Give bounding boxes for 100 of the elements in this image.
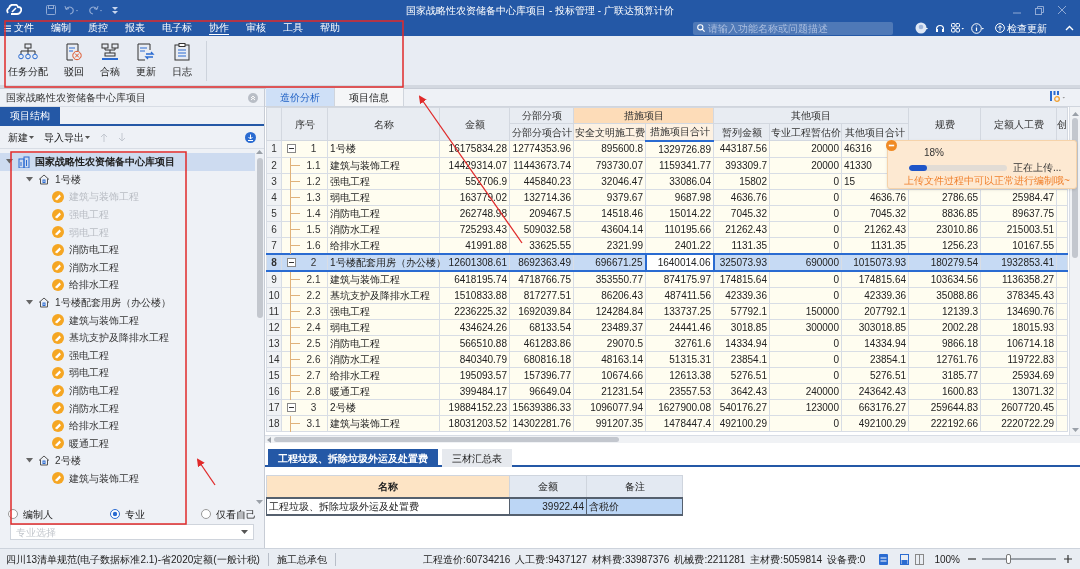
column-header[interactable]: 定额人工费 [980,107,1057,141]
menu-item[interactable]: 电子标 [162,21,192,35]
scroll-down-icon[interactable] [1071,428,1079,433]
layout-icon[interactable] [879,553,889,565]
column-settings-icon[interactable] [1050,91,1066,102]
tree-item[interactable]: 强电工程 [69,347,109,363]
radio-button[interactable] [109,509,120,519]
apps-icon[interactable] [951,23,965,33]
sequence-number: 2.3 [305,304,322,319]
tab[interactable]: 工程垃圾、拆除垃圾外运及处置费 [268,449,438,467]
tree-item[interactable]: 给排水工程 [69,418,119,434]
tree-item[interactable]: 弱电工程 [69,365,109,381]
menu-item[interactable]: 审核 [246,21,266,35]
pencil-icon [52,243,64,256]
close-icon[interactable] [1058,6,1066,14]
menu-item[interactable]: 帮助 [320,21,340,35]
menu-item[interactable]: 质控 [88,21,108,35]
zoom-in-icon[interactable] [1064,555,1072,563]
column-header[interactable]: 规费 [908,107,981,141]
tree-item[interactable]: 1号楼配套用房（办公楼） [55,295,171,311]
toolbar-dropdown[interactable]: 新建 [8,129,34,145]
expand-caret-icon[interactable] [6,159,13,165]
search-icon [697,24,705,32]
tree-item[interactable]: 建筑与装饰工程 [69,312,139,328]
menu-item[interactable]: 协作 [209,21,229,35]
tab[interactable]: 三材汇总表 [442,449,512,467]
sequence-number: 2.6 [305,352,322,367]
slider-thumb[interactable] [1005,554,1011,564]
tree-item[interactable]: 基坑支护及降排水工程 [69,330,169,346]
column-header[interactable]: 金额 [509,475,587,498]
panel-title: 国家战略性农资储备中心库项目 [6,91,146,105]
sequence-number: 2.2 [305,288,322,303]
expand-caret-icon[interactable] [26,300,33,306]
tree-item[interactable]: 1号楼 [55,171,81,187]
collapse-icon[interactable] [286,257,296,267]
tree-item[interactable]: 建筑与装饰工程 [69,471,139,486]
info-icon[interactable] [971,22,985,34]
status-total: 主材费:5059814 [750,552,823,567]
check-update-button[interactable]: 检查更新 [995,20,1047,36]
column-header[interactable]: 创 [1056,107,1068,141]
scroll-down-icon[interactable] [256,500,263,505]
scrollbar-thumb[interactable] [256,158,263,318]
expand-caret-icon[interactable] [26,176,33,182]
scroll-up-icon[interactable] [256,149,263,154]
download-icon[interactable] [245,131,256,143]
column-header[interactable]: 名称 [327,107,440,141]
customize-icon[interactable] [112,6,118,14]
collapse-ribbon-icon[interactable] [1065,25,1074,31]
zoom-out-icon[interactable] [968,555,976,563]
restore-icon[interactable] [1035,5,1044,15]
menu-item[interactable]: 文件 [14,21,34,35]
layout-icon[interactable] [915,553,925,565]
column-header[interactable]: 备注 [586,475,683,498]
undo-icon[interactable] [64,5,80,15]
save-icon[interactable] [46,5,56,15]
layout-icon[interactable] [900,553,910,565]
radio-button[interactable] [201,509,211,519]
pencil-icon [52,261,64,274]
tree-item[interactable]: 消防电工程 [69,242,119,258]
radio-button[interactable] [8,509,18,519]
tree-item[interactable]: 消防水工程 [69,259,119,275]
scroll-up-icon[interactable] [1071,111,1079,116]
tree-item[interactable]: 2号楼 [55,453,81,469]
menu-item[interactable]: 报表 [125,21,145,35]
tree-item[interactable]: 消防电工程 [69,383,119,398]
status-total: 工程造价:60734216 [423,552,511,567]
table-cell: 8692363.49 [509,253,574,271]
column-header[interactable]: 名称 [266,475,510,498]
tree-item[interactable]: 消防水工程 [69,400,119,416]
radio-label[interactable]: 专业 [124,506,145,522]
avatar-icon[interactable] [915,22,929,34]
menu-item[interactable]: 工具 [283,21,303,35]
panel-tab[interactable]: 项目结构 [0,107,60,124]
ribbon-button[interactable]: 日志 [170,42,194,79]
scrollbar-thumb[interactable] [274,437,619,442]
menu-item[interactable]: 编制 [51,21,71,35]
menu-icon[interactable] [4,24,11,32]
ribbon-button[interactable]: 驳回 [62,42,86,79]
minimize-icon[interactable] [886,140,897,151]
column-header[interactable]: 序号 [281,107,328,141]
pencil-icon [52,208,64,221]
tree-item[interactable]: 给排水工程 [69,277,119,293]
collapse-icon[interactable] [286,402,296,412]
ribbon-button[interactable]: 任务分配 [6,42,50,79]
expand-caret-icon[interactable] [26,458,33,464]
toolbar-dropdown[interactable]: 导入导出 [44,129,90,145]
scroll-left-icon[interactable] [267,436,271,443]
ribbon-button[interactable]: 更新 [134,42,158,79]
headset-icon[interactable] [935,22,945,34]
search-field[interactable]: 请输入功能名称或问题描述 [693,21,893,35]
collapse-icon[interactable] [286,144,296,154]
tree-item[interactable]: 暖通工程 [69,435,109,451]
tab[interactable]: 项目信息 [335,88,404,106]
tab[interactable]: 造价分析 [266,88,335,106]
building-icon [18,155,30,168]
radio-label[interactable]: 仅看自己 [216,506,256,522]
ribbon-button[interactable]: 合稿 [98,42,122,79]
radio-label[interactable]: 编制人 [23,506,53,522]
column-header[interactable]: 金额 [439,107,510,141]
redo-icon[interactable] [88,5,104,15]
